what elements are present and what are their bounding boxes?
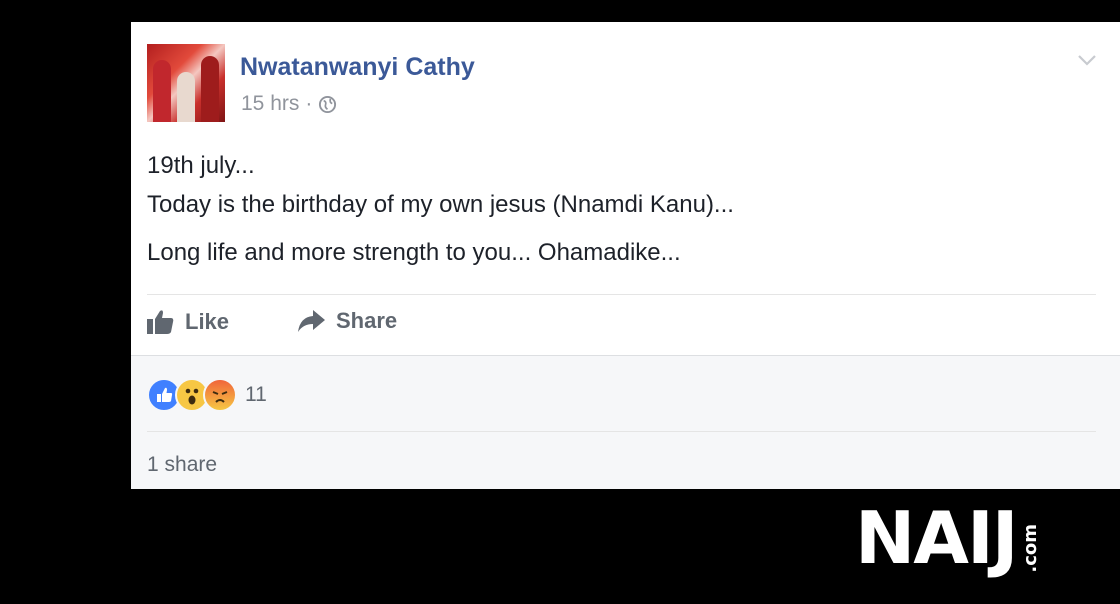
share-arrow-icon <box>298 310 325 332</box>
chevron-down-icon[interactable] <box>1076 52 1098 68</box>
angry-reaction-icon <box>203 378 237 412</box>
like-button[interactable]: Like <box>145 308 229 336</box>
share-button[interactable]: Share <box>296 308 397 334</box>
share-label: Share <box>336 308 398 333</box>
divider <box>147 431 1096 432</box>
meta-separator: · <box>305 92 313 115</box>
author-name-link[interactable]: Nwatanwanyi Cathy <box>240 53 475 82</box>
post-text-line: Today is the birthday of my own jesus (N… <box>147 191 734 218</box>
divider <box>147 294 1096 295</box>
reactions-summary[interactable]: 11 <box>147 378 267 412</box>
post-text-line: Long life and more strength to you... Oh… <box>147 239 681 266</box>
avatar-figure <box>201 56 219 122</box>
post-time-link[interactable]: 15 hrs <box>241 92 299 116</box>
post-meta: 15 hrs · <box>241 92 337 116</box>
like-label: Like <box>185 309 230 334</box>
shares-count-link[interactable]: 1 share <box>147 453 217 477</box>
avatar-figure <box>177 72 195 122</box>
watermark-word: NAIJ <box>855 496 1019 580</box>
globe-icon[interactable] <box>318 95 337 114</box>
author-avatar[interactable] <box>147 44 225 122</box>
post-footer: 11 1 share <box>131 355 1120 489</box>
thumbs-up-icon <box>147 310 174 334</box>
post-card: Nwatanwanyi Cathy 15 hrs · 19th july... … <box>131 22 1120 489</box>
watermark-domain: .com <box>1019 524 1041 573</box>
post-text-line: 19th july... <box>147 152 255 179</box>
avatar-figure <box>153 60 171 122</box>
watermark-logo: NAIJ .com <box>855 496 1041 580</box>
reaction-count: 11 <box>245 383 267 406</box>
